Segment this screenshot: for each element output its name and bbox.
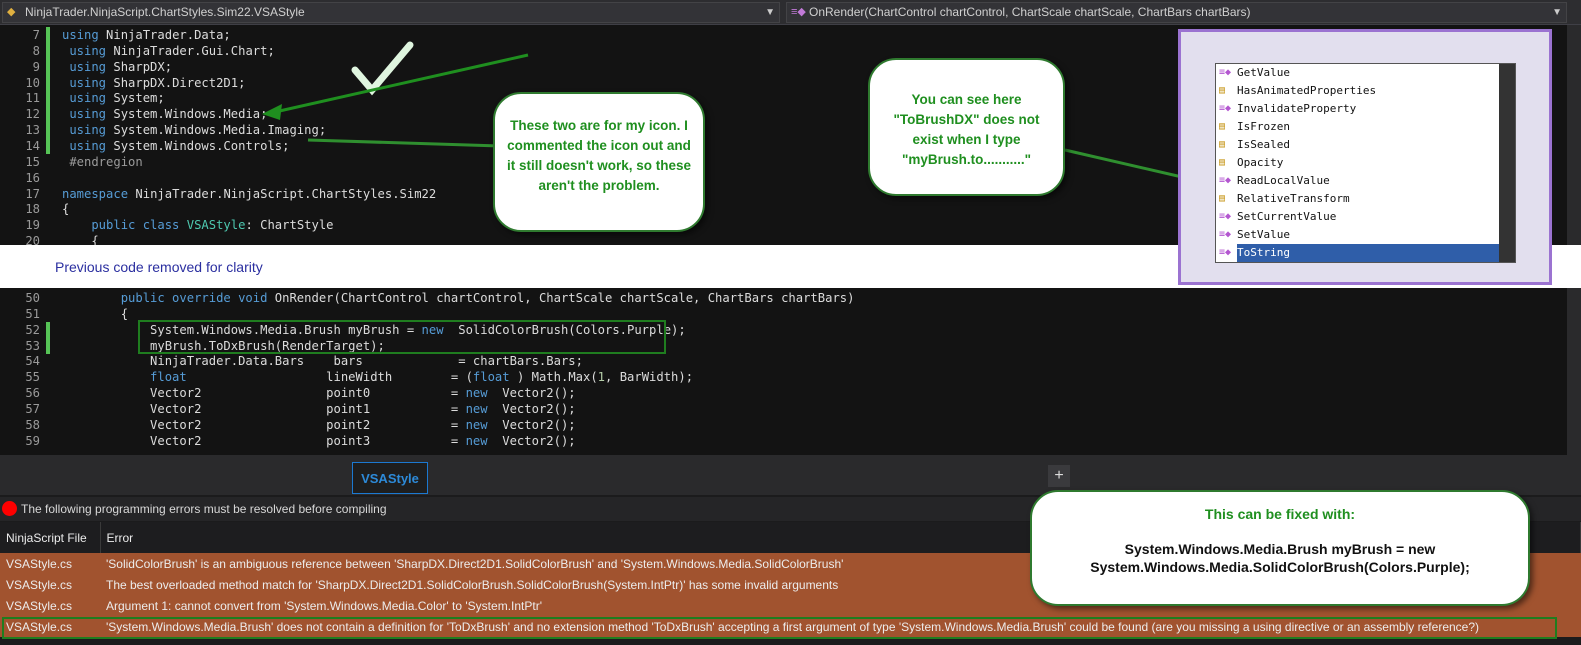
autocomplete-item[interactable]: ▤ HasAnimatedProperties (1216, 82, 1515, 100)
autocomplete-item[interactable]: ≡◆ GetValue (1216, 64, 1515, 82)
property-icon: ▤ (1219, 157, 1226, 168)
autocomplete-item[interactable]: ≡◆ ReadLocalValue (1216, 172, 1515, 190)
arrow-to-line-12 (274, 53, 529, 114)
callout-pointer (307, 138, 501, 148)
method-icon: ≡◆ (1219, 211, 1232, 222)
method-icon: ≡◆ (1219, 175, 1232, 186)
callout-text: You can see here "ToBrushDX" does not ex… (893, 92, 1040, 167)
autocomplete-item[interactable]: ▤ IsSealed (1216, 136, 1515, 154)
method-icon: ≡◆ (1219, 229, 1232, 240)
autocomplete-label: InvalidateProperty (1237, 102, 1357, 115)
autocomplete-list[interactable]: ≡◆ GetValue ▤ HasAnimatedProperties ≡◆ Invali… (1215, 63, 1516, 263)
highlight-box-error-4 (2, 617, 1557, 639)
autocomplete-label: SetCurrentValue (1237, 210, 1337, 223)
add-tab-button[interactable]: + (1048, 465, 1070, 487)
callout-fix: This can be fixed with: System.Windows.M… (1030, 490, 1530, 606)
autocomplete-label: IsFrozen (1237, 120, 1290, 133)
autocomplete-item[interactable]: ▤ RelativeTransform (1216, 190, 1515, 208)
arrow-head (262, 104, 282, 120)
autocomplete-item[interactable]: ≡◆ ToString (1216, 244, 1515, 262)
error-file: VSAStyle.cs (0, 595, 100, 616)
error-icon (2, 501, 17, 516)
fix-title: This can be fixed with: (1204, 506, 1356, 522)
property-icon: ▤ (1219, 121, 1226, 132)
callout-pointer-2 (1064, 148, 1196, 182)
error-file: VSAStyle.cs (0, 574, 100, 595)
autocomplete-item[interactable]: ≡◆ SetValue (1216, 226, 1515, 244)
error-file: VSAStyle.cs (0, 553, 100, 574)
autocomplete-label: ReadLocalValue (1237, 174, 1330, 187)
autocomplete-label: HasAnimatedProperties (1237, 84, 1377, 97)
method-icon: ≡◆ (1219, 103, 1232, 114)
autocomplete-label: GetValue (1237, 66, 1290, 79)
autocomplete-label: Opacity (1237, 156, 1284, 169)
autocomplete-label: RelativeTransform (1237, 192, 1350, 205)
callout-tobrush-note: You can see here "ToBrushDX" does not ex… (868, 58, 1065, 196)
property-icon: ▤ (1219, 193, 1226, 204)
column-header-file[interactable]: NinjaScript File (0, 522, 101, 553)
method-icon: ≡◆ (1219, 247, 1232, 258)
autocomplete-item[interactable]: ≡◆ InvalidateProperty (1216, 100, 1515, 118)
document-tab-bar (0, 455, 1581, 495)
autocomplete-item[interactable]: ▤ Opacity (1216, 154, 1515, 172)
autocomplete-scrollbar[interactable] (1499, 64, 1515, 262)
method-icon: ≡◆ (1219, 67, 1232, 78)
autocomplete-label: ToString (1237, 244, 1499, 262)
property-icon: ▤ (1219, 85, 1226, 96)
autocomplete-item[interactable]: ▤ IsFrozen (1216, 118, 1515, 136)
property-icon: ▤ (1219, 139, 1226, 150)
callout-icon-note: These two are for my icon. I commented t… (493, 92, 705, 232)
autocomplete-label: IsSealed (1237, 138, 1290, 151)
autocomplete-item[interactable]: ≡◆ SetCurrentValue (1216, 208, 1515, 226)
callout-text: These two are for my icon. I commented t… (507, 118, 691, 193)
error-banner-text: The following programming errors must be… (21, 502, 387, 516)
autocomplete-label: SetValue (1237, 228, 1290, 241)
intellisense-screenshot-panel: ≡◆ GetValue ▤ HasAnimatedProperties ≡◆ Invali… (1178, 29, 1552, 285)
fix-code: System.Windows.Media.Brush myBrush = new… (1090, 541, 1470, 575)
tab-vsastyle[interactable]: VSAStyle (352, 462, 428, 494)
